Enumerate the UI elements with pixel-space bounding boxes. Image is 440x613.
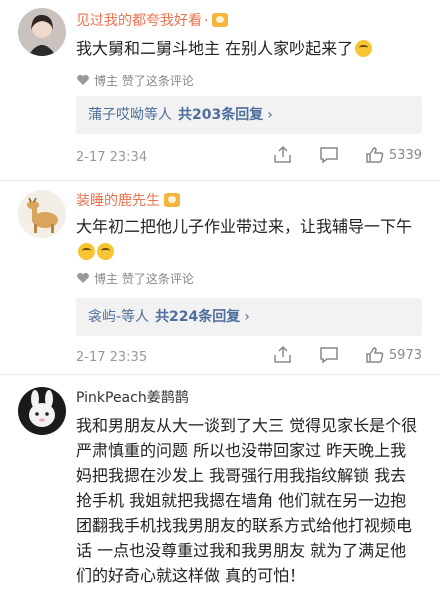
avatar[interactable] bbox=[18, 8, 66, 56]
reply-names[interactable]: 蒲子哎呦等人 bbox=[88, 107, 172, 123]
comment-username[interactable]: 见过我的都夸我好看 · bbox=[76, 10, 229, 30]
reply-names[interactable]: 衾屿-等人 bbox=[88, 309, 149, 325]
comment-text: 我和男朋友从大一谈到了大三 觉得见家长是个很严肃慎重的问题 所以也没带回家过 昨… bbox=[76, 413, 420, 588]
comment-icon bbox=[320, 147, 338, 164]
comment-icon bbox=[320, 347, 338, 364]
avatar-image bbox=[18, 8, 66, 56]
comment-divider bbox=[0, 180, 440, 181]
comment-button[interactable] bbox=[319, 146, 339, 164]
reply-count[interactable]: 共203条回复 bbox=[178, 107, 263, 123]
comment-text-content: 大年初二把他儿子作业带过来，让我辅导一下午 bbox=[76, 217, 413, 236]
comment-time: 2-17 23:34 bbox=[76, 150, 148, 165]
comment-item: 装睡的鹿先生 大年初二把他儿子作业带过来，让我辅导一下午 博主 赞了这条评论 衾… bbox=[0, 182, 440, 374]
like-count: 5339 bbox=[388, 147, 422, 163]
username-separator: · bbox=[204, 13, 209, 29]
avatar[interactable] bbox=[18, 387, 66, 435]
comment-button[interactable] bbox=[319, 346, 339, 364]
avatar-image bbox=[18, 190, 66, 238]
like-count: 5973 bbox=[388, 347, 422, 363]
chevron-right-icon: › bbox=[267, 107, 273, 123]
username-text[interactable]: 装睡的鹿先生 bbox=[76, 193, 160, 209]
thumbs-up-icon bbox=[366, 347, 384, 363]
liked-by-author: 博主 赞了这条评论 bbox=[76, 72, 194, 89]
share-button[interactable] bbox=[273, 345, 293, 364]
liked-by-text: 博主 赞了这条评论 bbox=[94, 74, 194, 88]
liked-by-author: 博主 赞了这条评论 bbox=[76, 270, 194, 287]
liked-by-text: 博主 赞了这条评论 bbox=[94, 272, 194, 286]
replies-link[interactable]: 衾屿-等人 共224条回复 › bbox=[76, 298, 422, 336]
replies-link[interactable]: 蒲子哎呦等人 共203条回复 › bbox=[76, 96, 422, 134]
share-button[interactable] bbox=[273, 145, 293, 164]
username-text[interactable]: 见过我的都夸我好看 bbox=[76, 13, 202, 29]
thumbs-up-icon bbox=[366, 147, 384, 163]
vip-badge-icon bbox=[212, 13, 229, 27]
avatar-image bbox=[18, 387, 66, 435]
laugh-cry-emoji-icon bbox=[78, 243, 95, 260]
comment-actions: 5973 bbox=[273, 345, 422, 364]
share-icon bbox=[273, 145, 291, 163]
emoji-icon bbox=[355, 40, 373, 57]
comment-time: 2-17 23:35 bbox=[76, 350, 148, 365]
comment-text-content: 我大舅和二舅斗地主 在别人家吵起来了 bbox=[76, 39, 354, 58]
chevron-right-icon: › bbox=[244, 309, 250, 325]
username-text[interactable]: PinkPeach姜鹊鹊 bbox=[76, 390, 189, 406]
reply-count[interactable]: 共224条回复 bbox=[155, 309, 240, 325]
comment-item: PinkPeach姜鹊鹊 我和男朋友从大一谈到了大三 觉得见家长是个很严肃慎重的… bbox=[0, 375, 440, 613]
comment-text: 我大舅和二舅斗地主 在别人家吵起来了 bbox=[76, 36, 420, 61]
comment-text-content: 我和男朋友从大一谈到了大三 觉得见家长是个很严肃慎重的问题 所以也没带回家过 昨… bbox=[76, 416, 418, 585]
comment-text: 大年初二把他儿子作业带过来，让我辅导一下午 bbox=[76, 214, 420, 264]
like-button[interactable]: 5339 bbox=[365, 146, 422, 164]
laugh-cry-emoji-icon bbox=[97, 243, 114, 260]
avatar[interactable] bbox=[18, 190, 66, 238]
comment-username[interactable]: PinkPeach姜鹊鹊 bbox=[76, 387, 189, 407]
share-icon bbox=[273, 345, 291, 363]
like-button[interactable]: 5973 bbox=[365, 346, 422, 364]
comment-item: 见过我的都夸我好看 · 我大舅和二舅斗地主 在别人家吵起来了 博主 赞了这条评论 … bbox=[0, 0, 440, 182]
heart-icon bbox=[77, 74, 89, 85]
comment-username[interactable]: 装睡的鹿先生 bbox=[76, 190, 180, 210]
vip-badge-icon bbox=[164, 193, 180, 207]
comment-actions: 5339 bbox=[273, 145, 422, 164]
heart-icon bbox=[77, 272, 89, 283]
